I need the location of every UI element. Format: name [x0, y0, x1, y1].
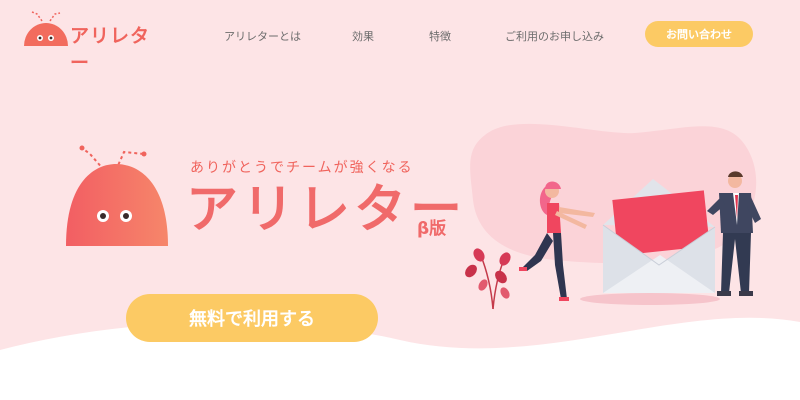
nav-item-application[interactable]: ご利用のお申し込み	[505, 28, 604, 44]
plant-icon	[465, 248, 511, 310]
beta-badge: β版	[417, 219, 447, 239]
contact-button[interactable]: お問い合わせ	[645, 21, 753, 47]
letter-exchange-illustration	[465, 123, 761, 310]
logo-text: アリレター	[70, 25, 151, 74]
ant-mascot-icon	[24, 11, 68, 46]
site-logo[interactable]: アリレター	[22, 8, 162, 74]
hero-mascot-icon	[66, 145, 168, 246]
hero-tagline: ありがとうでチームが強くなる	[190, 160, 414, 176]
nav-item-about[interactable]: アリレターとは	[224, 28, 301, 44]
site-header: アリレター アリレターとは 効果 特徴 ご利用のお申し込み お問い合わせ	[0, 0, 800, 74]
nav-item-effects[interactable]: 効果	[352, 28, 374, 44]
start-free-button[interactable]: 無料で利用する	[126, 294, 378, 342]
nav-item-features[interactable]: 特徴	[429, 28, 451, 44]
